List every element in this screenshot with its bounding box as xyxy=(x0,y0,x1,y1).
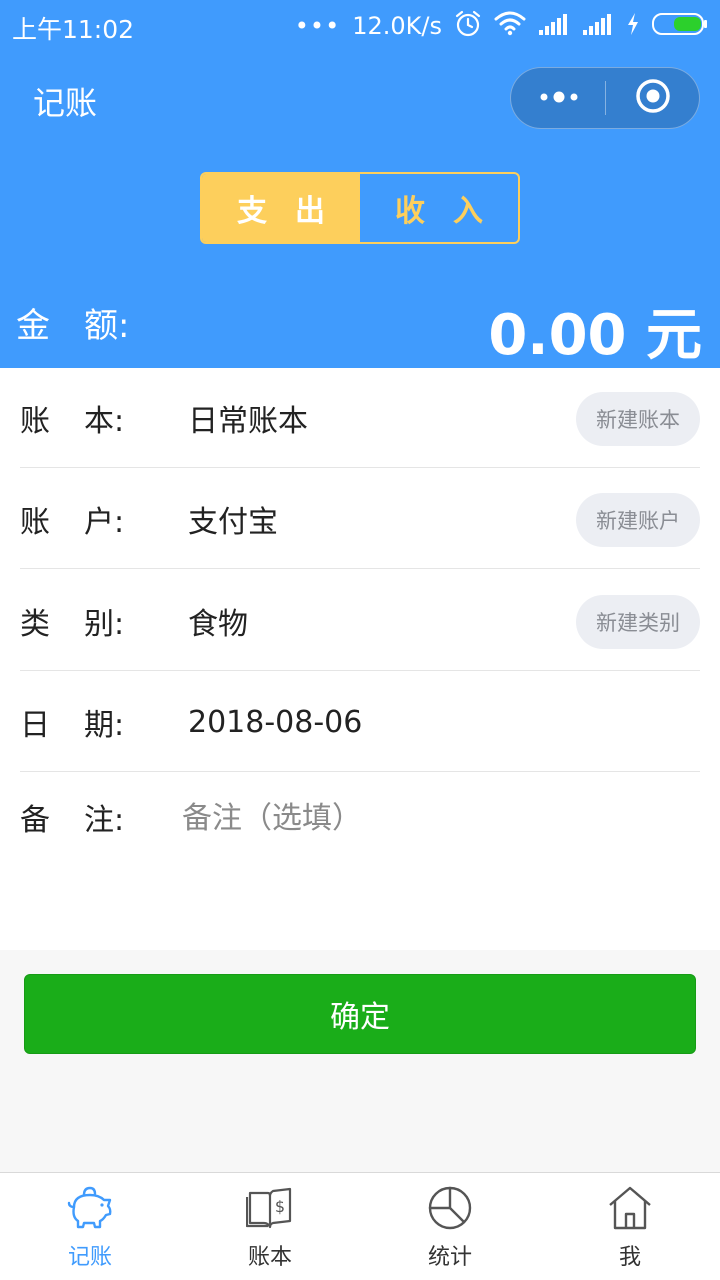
tab-stats[interactable]: 统计 xyxy=(360,1173,540,1280)
account-value[interactable]: 支付宝 xyxy=(188,469,278,569)
close-button[interactable] xyxy=(607,68,699,128)
tab-me-label: 我 xyxy=(618,1245,641,1270)
svg-text:$: $ xyxy=(275,1197,285,1216)
tab-record-label: 记账 xyxy=(67,1245,112,1270)
account-label: 账户: xyxy=(20,469,124,569)
category-label-rest: 别: xyxy=(84,607,125,642)
alarm-icon xyxy=(454,10,482,42)
more-dots-icon xyxy=(539,89,579,108)
amount-label-char: 金 xyxy=(16,306,50,346)
account-row[interactable]: 账户: 支付宝 新建账户 xyxy=(20,469,700,569)
more-button[interactable] xyxy=(511,68,606,128)
account-label-char: 账 xyxy=(20,505,50,540)
tab-books-label: 账本 xyxy=(247,1245,292,1270)
book-label: 账本: xyxy=(20,368,124,468)
date-label-rest: 期: xyxy=(84,708,125,743)
category-label-char: 类 xyxy=(20,607,50,642)
note-row: 备注: xyxy=(20,773,700,933)
new-account-button[interactable]: 新建账户 xyxy=(576,493,700,547)
tab-income[interactable]: 收入 xyxy=(360,174,518,242)
piggy-bank-icon xyxy=(66,1185,114,1231)
book-label-rest: 本: xyxy=(84,404,125,439)
signal-icon-2 xyxy=(582,12,614,40)
category-row[interactable]: 类别: 食物 新建类别 xyxy=(20,571,700,671)
status-icons: ••• 12.0K/s xyxy=(295,8,708,44)
amount-value[interactable]: 0.00 元 xyxy=(488,290,702,371)
new-book-button[interactable]: 新建账本 xyxy=(576,392,700,446)
date-value[interactable]: 2018-08-06 xyxy=(188,672,362,772)
tab-me[interactable]: 我 xyxy=(540,1173,720,1280)
account-label-rest: 户: xyxy=(84,505,125,540)
target-circle-icon xyxy=(635,78,671,118)
battery-icon xyxy=(652,12,708,40)
status-time: 上午11:02 xyxy=(12,15,135,44)
home-icon xyxy=(607,1185,653,1231)
record-form: 账本: 日常账本 新建账本 账户: 支付宝 新建账户 类别: 食物 新建类别 日… xyxy=(0,368,720,950)
category-label: 类别: xyxy=(20,571,124,671)
charging-icon xyxy=(626,12,640,40)
date-row[interactable]: 日期: 2018-08-06 xyxy=(20,672,700,772)
header: 上午11:02 ••• 12.0K/s 记账 支出 收入 金 额: 0.00 元 xyxy=(0,0,720,368)
pie-chart-icon xyxy=(427,1185,473,1231)
date-label: 日期: xyxy=(20,672,124,772)
note-label-char: 备 xyxy=(20,803,50,838)
book-value[interactable]: 日常账本 xyxy=(188,368,308,468)
ledger-book-icon: $ xyxy=(245,1185,294,1231)
category-value[interactable]: 食物 xyxy=(188,571,248,671)
page-title: 记账 xyxy=(33,84,98,122)
tab-expense[interactable]: 支出 xyxy=(202,174,360,242)
mini-program-capsule xyxy=(510,67,700,129)
amount-label: 金额: xyxy=(16,298,129,347)
amount-label-rest: 额: xyxy=(84,306,130,346)
tab-record[interactable]: 记账 xyxy=(0,1173,180,1280)
status-bar: 上午11:02 ••• 12.0K/s xyxy=(0,0,720,52)
type-toggle: 支出 收入 xyxy=(200,172,520,244)
book-row[interactable]: 账本: 日常账本 新建账本 xyxy=(20,368,700,468)
network-speed: 12.0K/s xyxy=(352,12,442,40)
signal-icon-1 xyxy=(538,12,570,40)
capsule-divider xyxy=(605,81,606,115)
wifi-icon xyxy=(494,11,526,41)
status-dots: ••• xyxy=(294,12,341,40)
tab-bar: 记账 $ 账本 统计 我 xyxy=(0,1172,720,1280)
note-label: 备注: xyxy=(20,795,124,839)
new-category-button[interactable]: 新建类别 xyxy=(576,595,700,649)
confirm-button[interactable]: 确定 xyxy=(24,974,696,1054)
book-label-char: 账 xyxy=(20,404,50,439)
note-input[interactable] xyxy=(180,787,684,849)
tab-books[interactable]: $ 账本 xyxy=(180,1173,360,1280)
tab-stats-label: 统计 xyxy=(427,1245,472,1270)
date-label-char: 日 xyxy=(20,708,50,743)
note-label-rest: 注: xyxy=(84,803,125,838)
